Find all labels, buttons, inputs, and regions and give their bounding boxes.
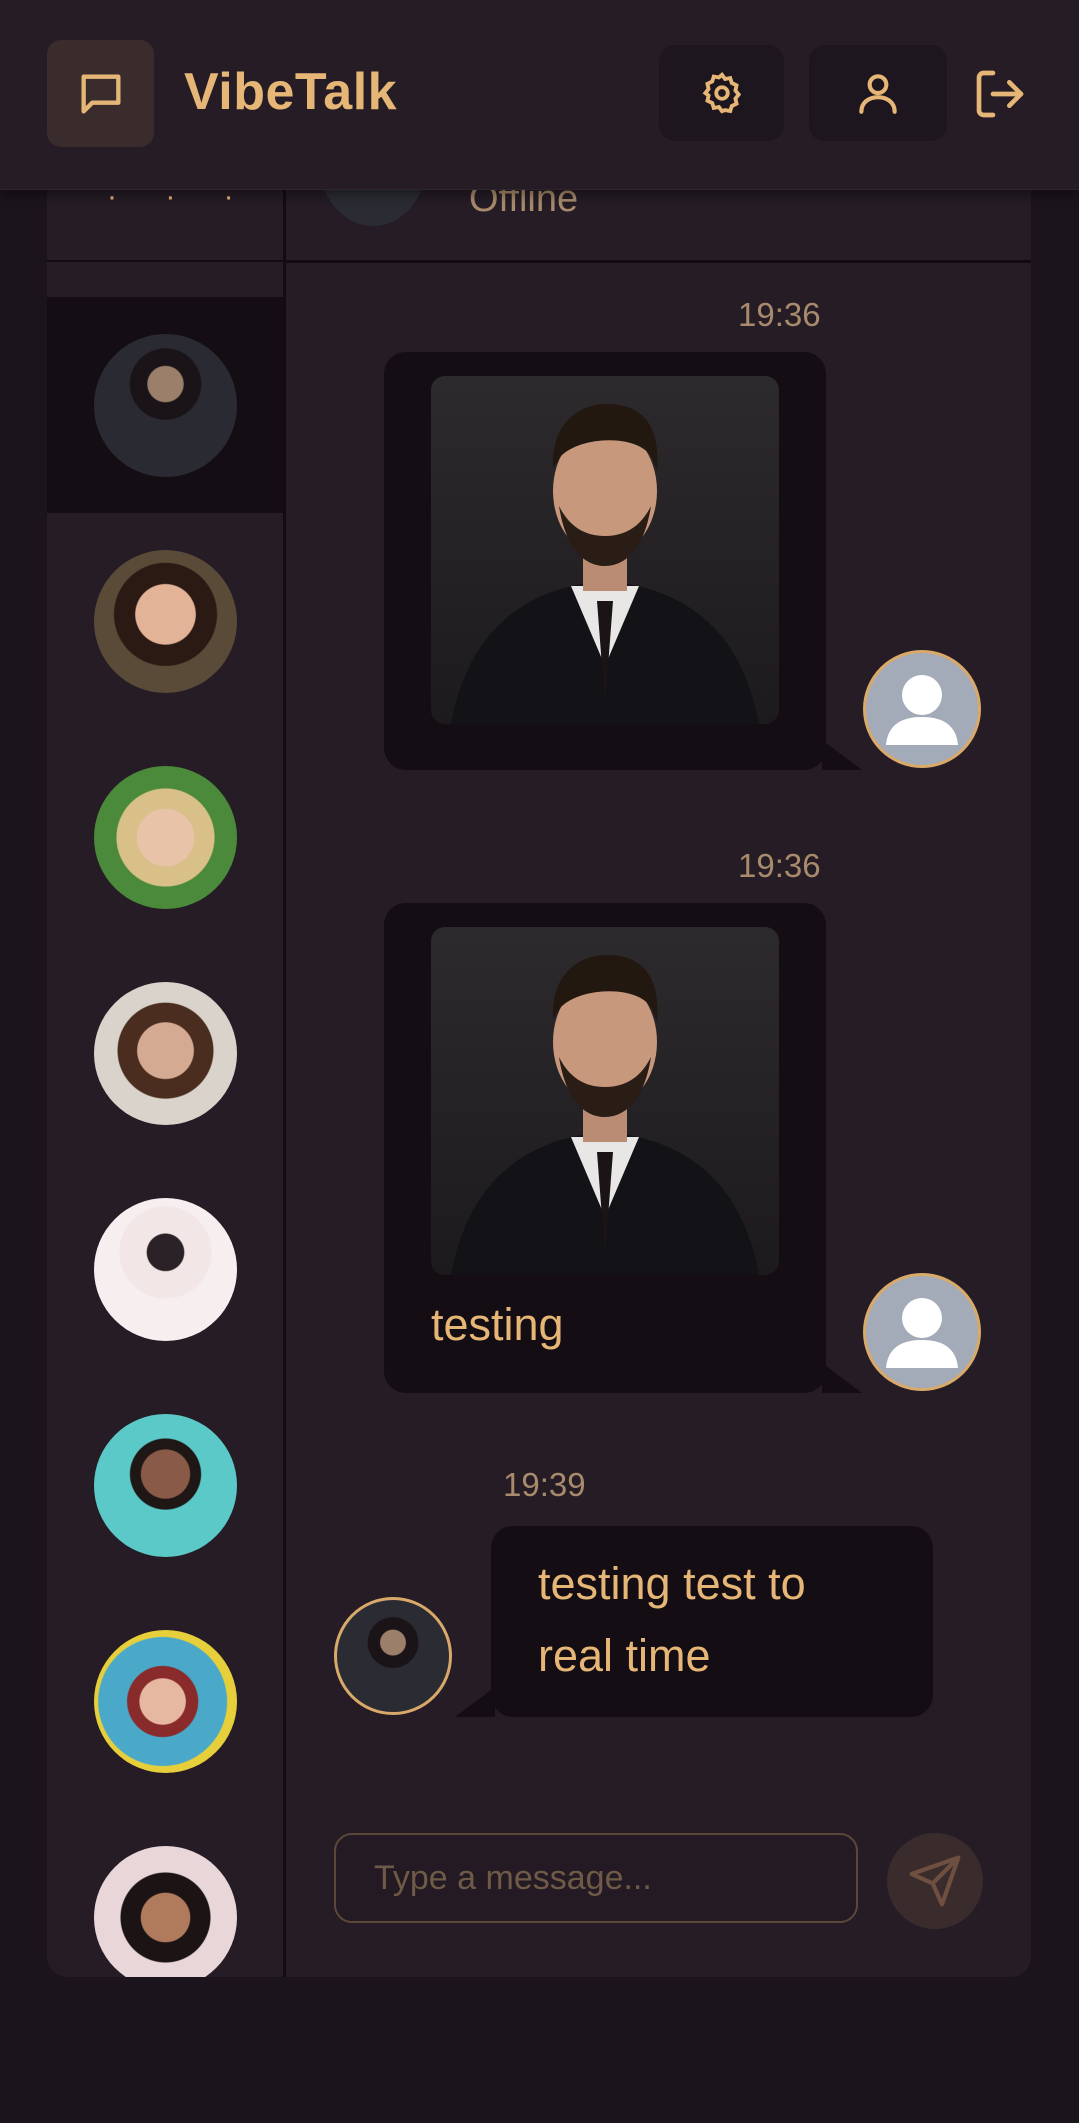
user-icon [859, 74, 897, 114]
message-input[interactable] [336, 1835, 856, 1921]
avatar [93, 1197, 237, 1341]
avatar [93, 1845, 237, 1977]
message-image[interactable] [431, 927, 779, 1275]
chat-panel: · · · Offline 19:36 19:36 testing 19:39 … [47, 150, 1031, 1977]
avatar [93, 1629, 237, 1773]
message-text-line: real time [538, 1630, 711, 1681]
message-timestamp: 19:36 [738, 847, 821, 884]
contact-item[interactable] [47, 945, 283, 1161]
message-text: testing [431, 1299, 564, 1350]
message-bubble: testing test to real time [455, 1526, 933, 1717]
message-timestamp: 19:36 [738, 296, 821, 333]
app-header: VibeTalk [0, 0, 1079, 190]
message-text-line: testing test to [538, 1558, 806, 1609]
send-button[interactable] [887, 1833, 983, 1929]
avatar [93, 333, 237, 477]
avatar [93, 765, 237, 909]
app-title: VibeTalk [184, 63, 398, 121]
avatar [93, 549, 237, 693]
man-in-suit-photo [451, 404, 759, 724]
settings-button[interactable] [659, 45, 784, 141]
message-image[interactable] [431, 376, 779, 724]
avatar [93, 1413, 237, 1557]
contact-item[interactable] [47, 1593, 283, 1809]
contact-item[interactable] [47, 1377, 283, 1593]
message-bubble: testing [384, 903, 862, 1393]
send-icon [909, 1855, 961, 1907]
message-composer [334, 1833, 858, 1923]
contact-item[interactable] [47, 513, 283, 729]
contacts-sidebar[interactable]: · · · [47, 150, 286, 1977]
logout-icon [976, 70, 1024, 118]
contact-item[interactable] [47, 1161, 283, 1377]
contact-item[interactable] [47, 297, 283, 513]
gear-icon [702, 71, 741, 114]
contact-item[interactable] [47, 729, 283, 945]
contact-item[interactable] [47, 1809, 283, 1977]
message-timestamp: 19:39 [503, 1466, 586, 1503]
logout-button[interactable] [968, 62, 1032, 126]
logo [47, 40, 154, 147]
user-icon [886, 675, 958, 745]
avatar [93, 981, 237, 1125]
man-in-suit-photo [451, 955, 759, 1275]
user-avatar [863, 1273, 981, 1391]
contact-avatar [334, 1597, 452, 1715]
message-bubble [384, 352, 862, 770]
divider [47, 260, 283, 262]
chat-bubble-icon [81, 74, 120, 113]
user-icon [886, 1298, 958, 1368]
profile-button[interactable] [809, 45, 947, 141]
user-avatar [863, 650, 981, 768]
